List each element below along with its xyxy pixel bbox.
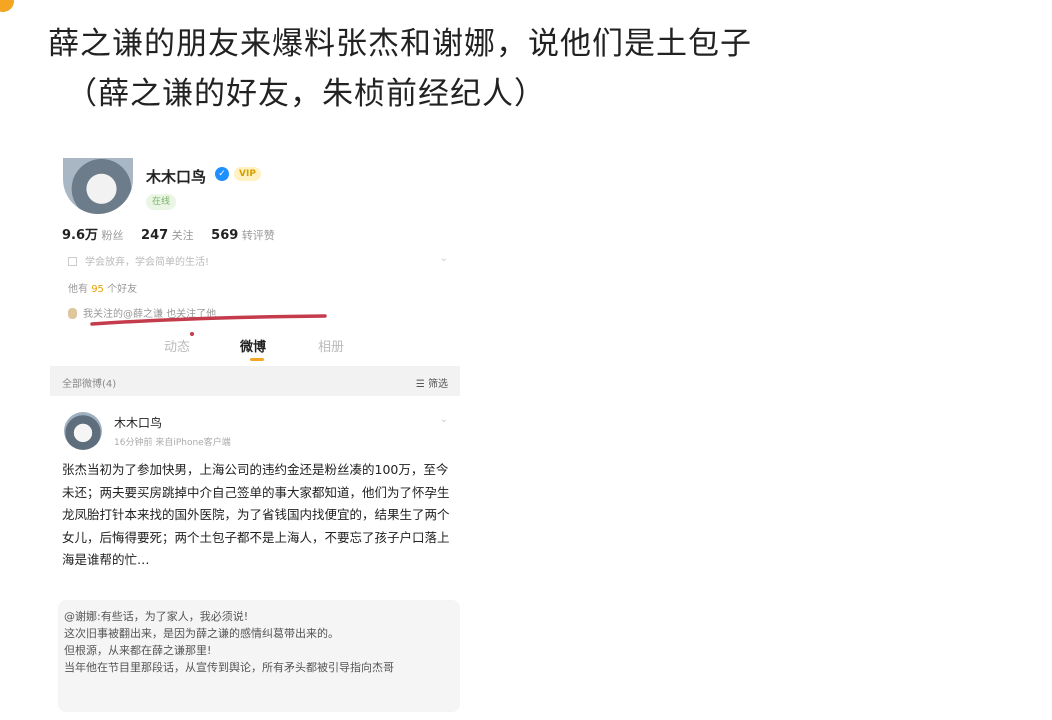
filter-button[interactable]: ☰ 筛选 <box>416 375 448 390</box>
corner-badge <box>0 0 14 12</box>
chevron-down-icon[interactable]: ⌄ <box>440 253 448 264</box>
profile-name: 木木口鸟 <box>146 168 207 186</box>
red-underline-annotation <box>90 314 327 326</box>
post-title-line2: （薛之谦的好友，朱桢前经纪人） <box>66 76 546 112</box>
stat-followers[interactable]: 9.6万 粉丝 <box>62 228 124 243</box>
mutual-avatar-icon <box>68 308 77 319</box>
post-author-avatar[interactable] <box>64 412 102 450</box>
embedded-screenshot: 木木口鸟 ✓ VIP 在线 9.6万 粉丝 247 关注 569 转评赞 学会放… <box>50 152 460 712</box>
quote-line: 当年他在节目里那段话，从宣传到舆论，所有矛头都被引导指向杰哥 <box>64 661 394 674</box>
post-body: 张杰当初为了参加快男，上海公司的违约金还是粉丝凑的100万，至今未还；两夫要买房… <box>62 462 450 567</box>
post-title: 薛之谦的朋友来爆料张杰和谢娜，说他们是土包子 （薛之谦的好友，朱桢前经纪人） <box>48 22 1008 116</box>
friends-count-row[interactable]: 他有 95 个好友 <box>68 280 137 295</box>
filter-icon: ☰ <box>415 379 425 390</box>
bio-text: 学会放弃，学会简单的生活! <box>85 257 210 268</box>
tab-weibo[interactable]: 微博 <box>240 336 266 355</box>
quote-line: 但根源，从来都在薛之谦那里! <box>64 644 212 657</box>
profile-stats: 9.6万 粉丝 247 关注 569 转评赞 <box>62 224 289 243</box>
quote-line: @谢娜:有些话，为了家人，我必须说! <box>64 610 249 623</box>
friends-count: 95 <box>91 284 104 295</box>
vip-badge: VIP <box>234 167 261 181</box>
stat-following[interactable]: 247 关注 <box>141 228 194 243</box>
feed-count: 全部微博(4) <box>62 379 117 390</box>
post-title-line1: 薛之谦的朋友来爆料张杰和谢娜，说他们是土包子 <box>48 26 752 62</box>
profile-avatar[interactable] <box>63 158 133 214</box>
post-author-name[interactable]: 木木口鸟 <box>114 414 162 431</box>
bio-icon <box>68 257 77 266</box>
feed-filter-bar: 全部微博(4) ☰ 筛选 <box>50 366 460 396</box>
stat-interactions[interactable]: 569 转评赞 <box>211 228 275 243</box>
online-status-badge: 在线 <box>146 194 177 210</box>
tab-album[interactable]: 相册 <box>318 336 344 355</box>
quote-line: 这次旧事被翻出来，是因为薛之谦的感情纠葛带出来的。 <box>64 627 339 640</box>
post-meta: 16分钟前 来自iPhone客户端 <box>114 438 231 448</box>
tab-dynamics[interactable]: 动态 <box>164 336 190 355</box>
active-tab-indicator <box>250 358 264 361</box>
verified-icon: ✓ <box>215 167 229 181</box>
quoted-post[interactable]: @谢娜:有些话，为了家人，我必须说! 这次旧事被翻出来，是因为薛之谦的感情纠葛带… <box>58 600 460 712</box>
post-more-chevron-icon[interactable]: ⌄ <box>440 414 448 425</box>
profile-tabs: 动态 微博 相册 <box>50 336 460 364</box>
bio-row[interactable]: 学会放弃，学会简单的生活! ⌄ <box>68 253 448 268</box>
